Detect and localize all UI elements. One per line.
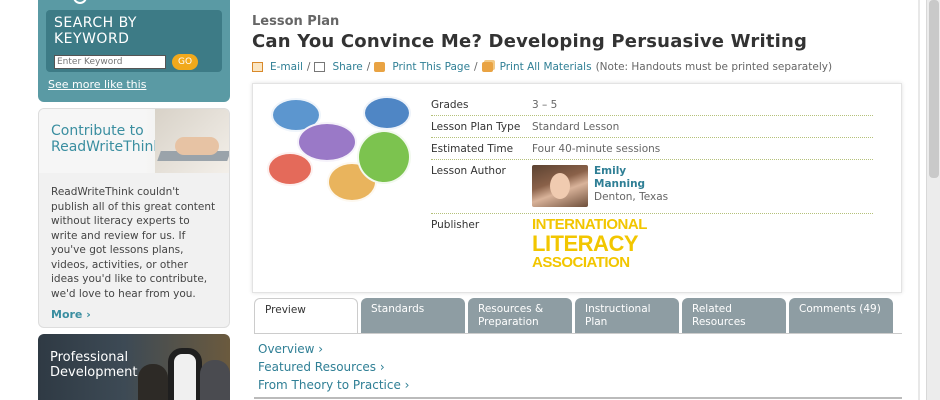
lesson-tabs: Preview Standards Resources & Preparatio… <box>254 298 893 334</box>
go-button[interactable]: GO <box>172 54 198 70</box>
author-value: Emily Manning Denton, Texas <box>532 165 873 207</box>
lesson-plan-label: Lesson Plan <box>252 14 340 29</box>
ila-logo-line2: LITERACY <box>532 231 639 256</box>
print-icon <box>374 62 386 72</box>
search-inner: SEARCH BY KEYWORD GO <box>46 10 222 72</box>
page-title: Can You Convince Me? Developing Persuasi… <box>252 31 808 52</box>
theory-to-practice-link[interactable]: From Theory to Practice › <box>258 376 409 394</box>
tab-instructional-plan[interactable]: Instructional Plan <box>575 298 679 334</box>
main-content: Lesson Plan Can You Convince Me? Develop… <box>252 0 902 399</box>
lesson-type-row: Lesson Plan Type Standard Lesson <box>431 116 873 138</box>
keyword-search-input[interactable] <box>54 55 166 69</box>
author-first-name[interactable]: Emily <box>594 165 668 178</box>
tab-comments[interactable]: Comments (49) <box>789 298 893 334</box>
print-all-icon <box>481 62 493 72</box>
tab-related-resources[interactable]: Related Resources <box>682 298 786 334</box>
ila-logo-line3: ASSOCIATION <box>532 254 630 271</box>
professional-development-banner[interactable]: Professional Development <box>38 334 230 400</box>
page: SEARCH BY KEYWORD GO See more like this … <box>0 0 940 400</box>
separator: / <box>306 61 311 73</box>
tab-resources-preparation[interactable]: Resources & Preparation <box>468 298 572 334</box>
location-pin-icon <box>73 0 87 4</box>
tab-divider <box>254 333 902 334</box>
left-sidebar: SEARCH BY KEYWORD GO See more like this … <box>38 0 230 400</box>
laptop-photo <box>155 109 229 173</box>
vertical-scrollbar[interactable] <box>926 0 940 400</box>
author-label: Lesson Author <box>431 165 506 177</box>
publisher-row: Publisher INTERNATIONAL LITERACY ASSOCIA… <box>431 214 873 275</box>
action-bar: E-mail / Share / Print This Page / Print… <box>252 61 902 73</box>
speech-bubble-blue2-icon <box>363 96 411 130</box>
search-title: SEARCH BY KEYWORD <box>54 15 137 47</box>
author-details: Emily Manning Denton, Texas <box>594 165 668 207</box>
featured-resources-link[interactable]: Featured Resources › <box>258 358 409 376</box>
contribute-text: ReadWriteThink couldn't publish all of t… <box>51 186 216 300</box>
content-edge <box>918 0 920 400</box>
author-avatar[interactable] <box>532 165 588 207</box>
email-link[interactable]: E-mail <box>270 61 303 73</box>
contribute-header[interactable]: Contribute to ReadWriteThink <box>39 109 229 173</box>
lesson-type-value: Standard Lesson <box>532 121 620 133</box>
preview-sublinks: Overview › Featured Resources › From The… <box>258 340 409 394</box>
bottom-divider <box>254 397 902 399</box>
separator: / <box>474 61 478 73</box>
lesson-type-label: Lesson Plan Type <box>431 121 521 133</box>
search-panel: SEARCH BY KEYWORD GO See more like this <box>38 0 230 102</box>
separator: / <box>366 61 371 73</box>
overview-link[interactable]: Overview › <box>258 340 409 358</box>
print-note: (Note: Handouts must be printed separate… <box>595 61 833 73</box>
estimated-time-value: Four 40-minute sessions <box>532 143 661 155</box>
author-location: Denton, Texas <box>594 191 669 203</box>
estimated-time-label: Estimated Time <box>431 143 514 155</box>
author-last-name[interactable]: Manning <box>594 178 668 191</box>
speech-bubble-green-icon <box>357 130 411 184</box>
share-icon <box>314 62 326 72</box>
grades-label: Grades <box>431 99 469 111</box>
more-link[interactable]: More › <box>51 308 217 323</box>
estimated-time-row: Estimated Time Four 40-minute sessions <box>431 138 873 160</box>
tab-preview[interactable]: Preview <box>254 298 358 334</box>
scrollbar-thumb[interactable] <box>929 0 939 178</box>
print-page-link[interactable]: Print This Page <box>392 61 470 73</box>
email-icon <box>252 62 263 72</box>
lesson-info-table: Grades 3 – 5 Lesson Plan Type Standard L… <box>431 94 873 275</box>
publisher-label: Publisher <box>431 219 480 231</box>
contribute-body: ReadWriteThink couldn't publish all of t… <box>39 173 229 323</box>
speech-bubble-red-icon <box>267 152 313 186</box>
hand-shape <box>175 137 219 155</box>
author-face-shape <box>550 173 570 199</box>
professional-title-line1: Professional <box>50 350 129 365</box>
contribute-panel: Contribute to ReadWriteThink ReadWriteTh… <box>38 108 230 328</box>
search-row: GO <box>54 54 214 70</box>
grades-row: Grades 3 – 5 <box>431 94 873 116</box>
author-row: Lesson Author Emily Manning Denton, Texa… <box>431 160 873 214</box>
see-more-link[interactable]: See more like this <box>48 78 222 91</box>
print-all-link[interactable]: Print All Materials <box>500 61 592 73</box>
share-link[interactable]: Share <box>332 61 362 73</box>
ila-logo[interactable]: INTERNATIONAL LITERACY ASSOCIATION <box>532 217 873 271</box>
speech-bubbles-icon <box>265 94 415 204</box>
tab-standards[interactable]: Standards <box>361 298 465 334</box>
professional-title-line2: Development <box>50 365 138 380</box>
grades-value: 3 – 5 <box>532 99 558 111</box>
lesson-info-card: Grades 3 – 5 Lesson Plan Type Standard L… <box>252 83 902 293</box>
